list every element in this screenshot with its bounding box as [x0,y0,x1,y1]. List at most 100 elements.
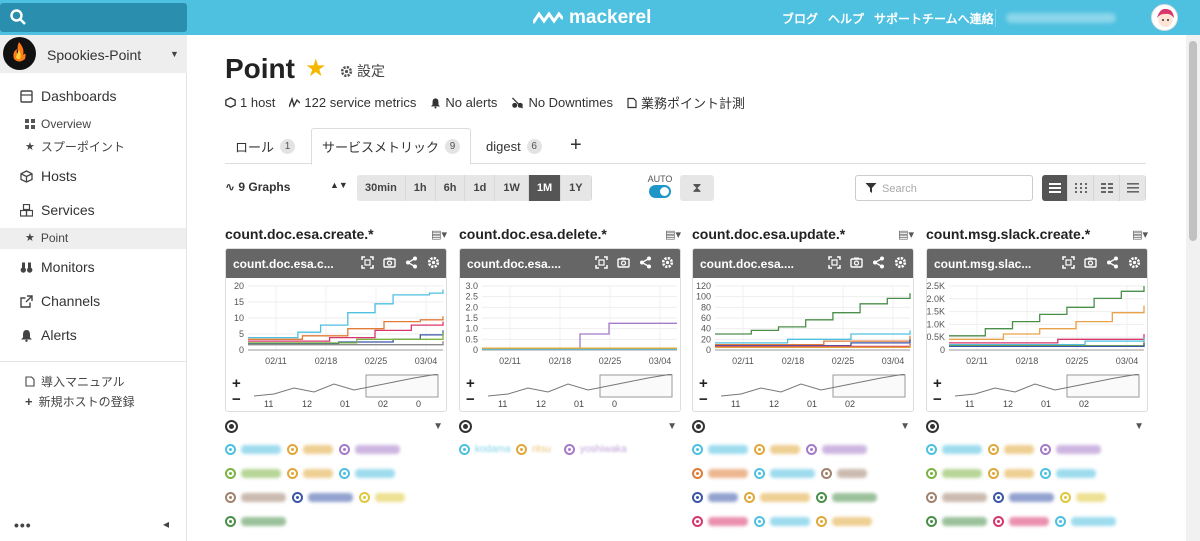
legend-item[interactable] [692,492,738,503]
legend-toggle[interactable] [1060,492,1071,503]
nav-services[interactable]: Services [20,202,95,218]
zoom-in-button[interactable]: + [699,375,708,392]
legend-toggle[interactable] [754,468,765,479]
tab-digest[interactable]: digest 6 [476,128,552,164]
org-switcher[interactable]: Spookies-Point ▼ [0,35,187,73]
legend-toggle[interactable] [926,516,937,527]
legend-item[interactable] [744,492,810,503]
legend-caret-icon[interactable]: ▼ [667,421,677,432]
legend-item[interactable] [993,492,1054,503]
legend-caret-icon[interactable]: ▼ [433,421,443,432]
legend-toggle-all[interactable] [926,420,939,433]
legend-toggle[interactable] [692,468,703,479]
scrollbar-thumb[interactable] [1189,41,1197,241]
legend-toggle[interactable] [806,444,817,455]
graph-selector[interactable]: ∿ 9 Graphs ▲▼ [225,180,348,194]
legend-toggle-all[interactable] [692,420,705,433]
legend-toggle[interactable] [1040,444,1051,455]
legend-item[interactable] [926,468,982,479]
legend-toggle[interactable] [225,444,236,455]
range-window[interactable] [832,374,906,398]
graph-chart[interactable]: 2.5K 2.0K 1.5K 1.0K 0.5K 0 02/11 02/18 02/25 03/0… [927,278,1148,373]
share-icon[interactable] [405,256,418,269]
legend-toggle[interactable] [287,444,298,455]
legend-toggle[interactable] [692,492,703,503]
layout-grid-3-icon[interactable] [1094,175,1120,201]
legend-item[interactable] [339,468,395,479]
layout-list-icon[interactable] [1120,175,1146,201]
legend-item[interactable] [1055,516,1116,527]
graph-memo-icon[interactable]: ▤▾ [431,228,447,241]
legend-toggle[interactable] [564,444,575,455]
meta-hosts[interactable]: 1 host [225,93,275,112]
range-navigator[interactable]: 11 12 01 02 [955,374,1145,410]
tab-service-metrics[interactable]: サービスメトリック 9 [311,128,472,165]
zoom-out-button[interactable]: − [933,391,942,408]
auto-refresh-toggle[interactable] [649,185,671,198]
legend-item[interactable]: yoshiwaka [564,444,627,455]
legend-item[interactable] [926,516,987,527]
legend-toggle[interactable] [821,468,832,479]
zoom-in-button[interactable]: + [933,375,942,392]
zoom-out-button[interactable]: − [232,391,241,408]
graph-memo-icon[interactable]: ▤▾ [898,228,914,241]
legend-item[interactable] [287,468,333,479]
legend-item[interactable] [816,516,872,527]
legend-item[interactable] [292,492,353,503]
gear-icon[interactable] [661,256,674,269]
camera-icon[interactable] [850,256,863,269]
legend-item[interactable] [754,516,810,527]
legend-toggle[interactable] [692,444,703,455]
legend-toggle[interactable] [1040,468,1051,479]
nav-channels[interactable]: Channels [20,293,100,309]
support-link[interactable]: サポートチームへ連絡 [874,10,994,27]
layout-large-icon[interactable] [1042,175,1068,201]
legend-item[interactable] [692,444,748,455]
range-1h[interactable]: 1h [405,175,436,201]
graph-filter-input[interactable] [882,180,1022,197]
global-search-button[interactable] [0,3,187,32]
legend-toggle[interactable] [287,468,298,479]
legend-item[interactable] [926,444,982,455]
expand-icon[interactable] [595,256,608,269]
graph-title[interactable]: count.doc.esa.delete.* [459,226,607,242]
range-1y[interactable]: 1Y [561,175,592,201]
more-menu-button[interactable]: ••• [14,517,32,533]
graph-memo-icon[interactable]: ▤▾ [1132,228,1148,241]
legend-toggle[interactable] [744,492,755,503]
legend-toggle[interactable] [1055,516,1066,527]
legend-item[interactable] [806,444,867,455]
legend-toggle[interactable] [816,492,827,503]
camera-icon[interactable] [383,256,396,269]
favorite-star-icon[interactable]: ★ [305,54,327,83]
camera-icon[interactable] [1084,256,1097,269]
legend-item[interactable] [225,444,281,455]
legend-item[interactable] [821,468,867,479]
graph-chart[interactable]: 3.02.52.01.51.00.50 02/11 02/18 02/25 03/04 [460,278,681,373]
mackerel-logo[interactable]: mackerel [533,7,651,28]
range-30min[interactable]: 30min [357,175,406,201]
legend-item[interactable] [359,492,405,503]
user-email-blurred[interactable] [995,9,1133,27]
legend-item[interactable] [1040,444,1101,455]
range-6h[interactable]: 6h [435,175,466,201]
legend-toggle[interactable] [225,468,236,479]
nav-monitors[interactable]: Monitors [20,259,95,275]
zoom-out-button[interactable]: − [699,391,708,408]
legend-item[interactable] [1060,492,1106,503]
legend-toggle[interactable] [754,444,765,455]
meta-service-metrics[interactable]: 122 service metrics [289,93,416,112]
legend-item[interactable] [926,492,987,503]
graph-header-title[interactable]: count.doc.esa.... [700,257,810,271]
guide-manual-link[interactable]: 導入マニュアル [25,373,125,390]
layout-grid-4-icon[interactable] [1068,175,1094,201]
legend-item[interactable] [988,468,1034,479]
range-navigator[interactable]: 11 12 01 02 0 [254,374,444,410]
legend-item[interactable] [287,444,333,455]
range-1m[interactable]: 1M [528,175,562,201]
register-host-link[interactable]: + 新規ホストの登録 [25,393,135,410]
settings-link[interactable]: 設定 [340,61,385,81]
legend-item[interactable] [225,492,286,503]
nav-dashboards[interactable]: Dashboards [20,88,117,104]
legend-toggle[interactable] [993,492,1004,503]
